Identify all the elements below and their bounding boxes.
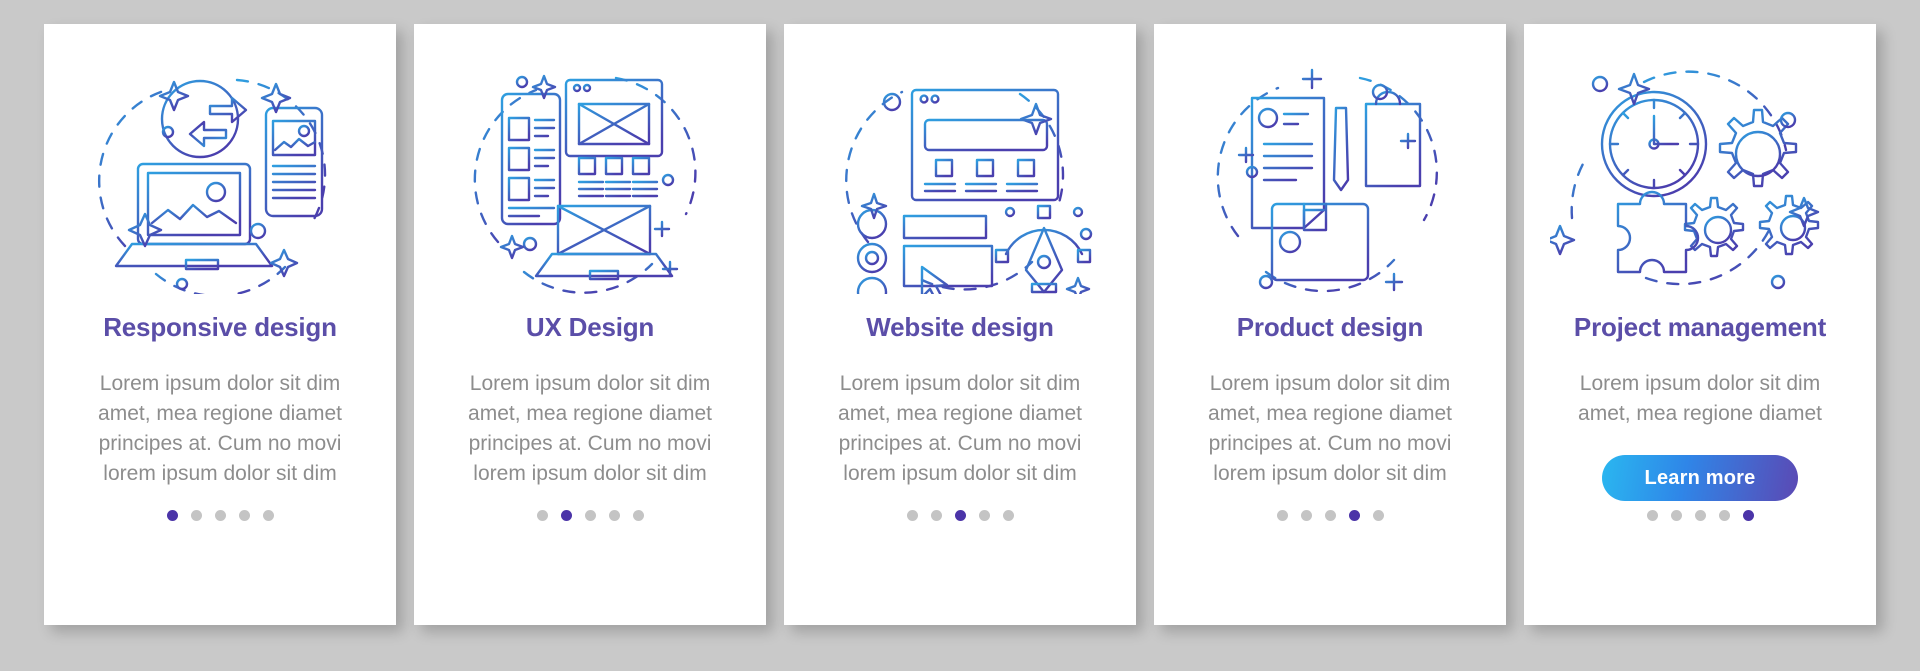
- card-body-text: Lorem ipsum dolor sit dim amet, mea regi…: [468, 372, 712, 485]
- pagination-dot-2[interactable]: [1670, 510, 1682, 521]
- pagination-dot-4[interactable]: [1348, 510, 1360, 521]
- pagination-dots[interactable]: [1154, 510, 1506, 521]
- website-design-illustration: [845, 88, 1093, 294]
- onboarding-card-website-design[interactable]: Website design Lorem ipsum dolor sit dim…: [784, 24, 1136, 625]
- pagination-dot-5[interactable]: [262, 510, 274, 521]
- pagination-dot-1[interactable]: [166, 510, 178, 521]
- pagination-dot-1[interactable]: [1276, 510, 1288, 521]
- pagination-dot-3[interactable]: [584, 510, 596, 521]
- card-body-text: Lorem ipsum dolor sit dim amet, mea regi…: [98, 372, 342, 485]
- pagination-dots[interactable]: [414, 510, 766, 521]
- pagination-dot-4[interactable]: [1718, 510, 1730, 521]
- pagination-dot-5[interactable]: [1372, 510, 1384, 521]
- pagination-dot-3[interactable]: [1694, 510, 1706, 521]
- responsive-design-illustration: [97, 78, 327, 294]
- card-body-text: Lorem ipsum dolor sit dim amet, mea regi…: [838, 372, 1082, 485]
- pagination-dots[interactable]: [784, 510, 1136, 521]
- project-management-illustration: [1550, 70, 1820, 290]
- learn-more-button[interactable]: Learn more: [1602, 455, 1798, 501]
- pagination-dot-1[interactable]: [1646, 510, 1658, 521]
- pagination-dot-3[interactable]: [954, 510, 966, 521]
- onboarding-card-product-design[interactable]: Product design Lorem ipsum dolor sit dim…: [1154, 24, 1506, 625]
- ux-design-illustration: [473, 74, 697, 294]
- card-title: UX Design: [525, 312, 655, 342]
- onboarding-screens-board: Responsive design Lorem ipsum dolor sit …: [0, 0, 1920, 671]
- pagination-dots[interactable]: [44, 510, 396, 521]
- onboarding-card-ux-design[interactable]: UX Design Lorem ipsum dolor sit dim amet…: [414, 24, 766, 625]
- product-design-illustration: [1216, 68, 1438, 293]
- onboarding-card-responsive-design[interactable]: Responsive design Lorem ipsum dolor sit …: [44, 24, 396, 625]
- pagination-dot-4[interactable]: [608, 510, 620, 521]
- onboarding-card-project-management[interactable]: Project management Lorem ipsum dolor sit…: [1524, 24, 1876, 625]
- pagination-dot-2[interactable]: [930, 510, 942, 521]
- card-title: Responsive design: [103, 312, 337, 342]
- card-body-text: Lorem ipsum dolor sit dim amet, mea regi…: [1578, 372, 1822, 425]
- pagination-dot-5[interactable]: [1002, 510, 1014, 521]
- pagination-dot-1[interactable]: [536, 510, 548, 521]
- card-title: Product design: [1236, 312, 1424, 342]
- pagination-dots[interactable]: [1524, 510, 1876, 521]
- pagination-dot-5[interactable]: [632, 510, 644, 521]
- pagination-dot-2[interactable]: [1300, 510, 1312, 521]
- pagination-dot-4[interactable]: [978, 510, 990, 521]
- pagination-dot-2[interactable]: [560, 510, 572, 521]
- card-title: Website design: [866, 312, 1054, 342]
- card-title: Project management: [1573, 312, 1827, 342]
- card-body-text: Lorem ipsum dolor sit dim amet, mea regi…: [1208, 372, 1452, 485]
- pagination-dot-5[interactable]: [1742, 510, 1754, 521]
- pagination-dot-3[interactable]: [214, 510, 226, 521]
- pagination-dot-3[interactable]: [1324, 510, 1336, 521]
- pagination-dot-1[interactable]: [906, 510, 918, 521]
- pagination-dot-4[interactable]: [238, 510, 250, 521]
- cta-container: Learn more: [1550, 455, 1850, 501]
- pagination-dot-2[interactable]: [190, 510, 202, 521]
